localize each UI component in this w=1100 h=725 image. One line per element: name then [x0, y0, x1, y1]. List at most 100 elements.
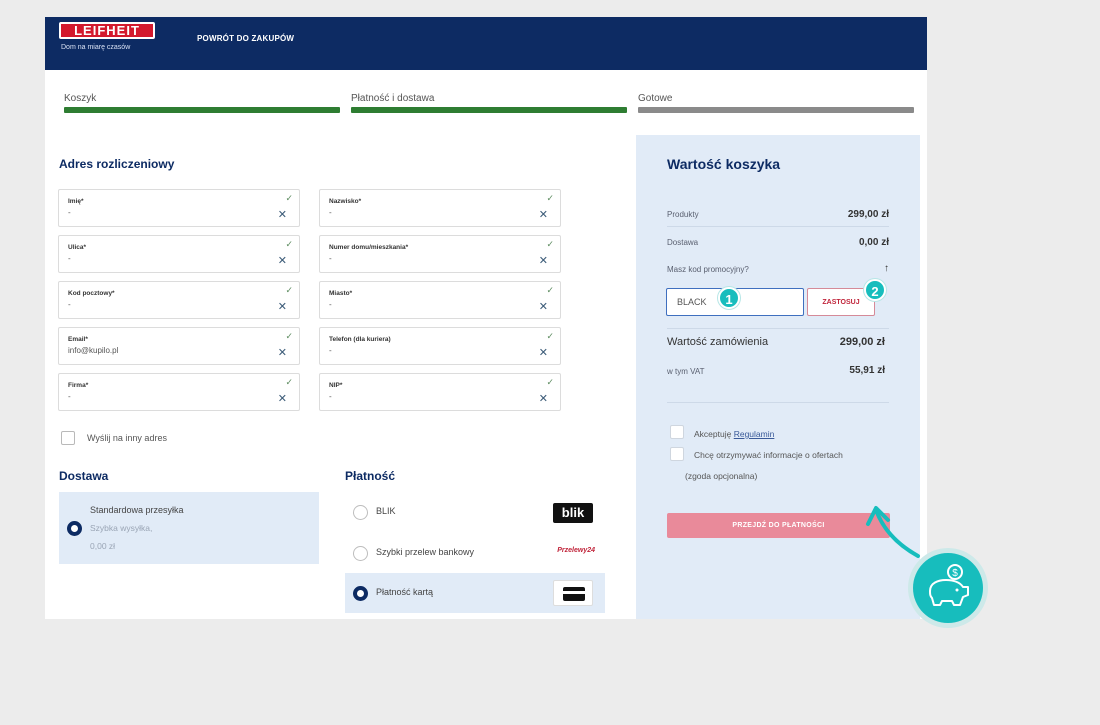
field-label: Numer domu/mieszkania* [329, 244, 409, 251]
field-value: - [329, 392, 332, 401]
clear-icon[interactable]: ✕ [539, 392, 548, 405]
newsletter-checkbox[interactable] [670, 447, 684, 461]
check-icon: ✓ [285, 239, 293, 249]
step-progress-bar [638, 107, 914, 113]
payment-option-name: BLIK [376, 506, 396, 516]
przelewy24-logo: Przelewy24 [557, 547, 595, 554]
delivery-option-title: Standardowa przesyłka [90, 505, 184, 515]
delivery-option-price: 0,00 zł [90, 541, 116, 551]
clear-icon[interactable]: ✕ [539, 208, 548, 221]
clear-icon[interactable]: ✕ [278, 300, 287, 313]
field-value: - [68, 254, 71, 263]
payment-option-blik[interactable]: BLIK blik [345, 492, 605, 532]
check-icon: ✓ [285, 377, 293, 387]
check-icon: ✓ [546, 377, 554, 387]
clear-icon[interactable]: ✕ [539, 300, 548, 313]
go-to-payment-button[interactable]: PRZEJDŹ DO PŁATNOŚCI [667, 513, 890, 538]
nip-field[interactable]: NIP* - ✓ ✕ [319, 373, 561, 411]
billing-title: Adres rozliczeniowy [59, 157, 175, 171]
field-value: - [68, 300, 71, 309]
phone-field[interactable]: Telefon (dla kuriera) - ✓ ✕ [319, 327, 561, 365]
city-field[interactable]: Miasto* - ✓ ✕ [319, 281, 561, 319]
step-payment-delivery[interactable]: Płatność i dostawa [351, 93, 627, 113]
arrow-up-icon[interactable]: ↑ [884, 263, 889, 274]
payment-option-bank-transfer[interactable]: Szybki przelew bankowy Przelewy24 [345, 533, 605, 573]
field-value: - [329, 346, 332, 355]
clear-icon[interactable]: ✕ [278, 392, 287, 405]
products-value: 299,00 zł [847, 209, 889, 220]
logo-wordmark: LEIFHEIT [59, 22, 155, 39]
piggy-bank-coin-icon: $ [913, 553, 983, 623]
newsletter-note: (zgoda opcjonalna) [685, 471, 758, 481]
field-value: info@kupilo.pl [68, 346, 119, 355]
divider [667, 402, 889, 403]
payment-title: Płatność [345, 469, 396, 483]
field-label: Email* [68, 336, 88, 343]
delivery-radio[interactable] [67, 521, 82, 536]
field-value: - [329, 300, 332, 309]
step-badge-1: 1 [718, 287, 740, 309]
postal-code-field[interactable]: Kod pocztowy* - ✓ ✕ [58, 281, 300, 319]
accept-terms-checkbox[interactable] [670, 425, 684, 439]
field-value: - [329, 254, 332, 263]
newsletter-label: Chcę otrzymywać informacje o ofertach [694, 450, 843, 460]
back-to-shop-link[interactable]: POWRÓT DO ZAKUPÓW [197, 34, 294, 43]
house-number-field[interactable]: Numer domu/mieszkania* - ✓ ✕ [319, 235, 561, 273]
payment-radio[interactable] [353, 505, 368, 520]
field-value: - [68, 208, 71, 217]
delivery-option-standard[interactable]: Standardowa przesyłka Szybka wysyłka, 0,… [59, 492, 319, 564]
field-label: Ulica* [68, 244, 87, 251]
check-icon: ✓ [546, 331, 554, 341]
order-value: 299,00 zł [839, 336, 885, 348]
vat-label: w tym VAT [667, 367, 705, 376]
clear-icon[interactable]: ✕ [278, 346, 287, 359]
step-label: Koszyk [64, 93, 97, 104]
payment-radio[interactable] [353, 546, 368, 561]
field-value: - [329, 208, 332, 217]
terms-link[interactable]: Regulamin [734, 429, 775, 439]
first-name-field[interactable]: Imię* - ✓ ✕ [58, 189, 300, 227]
divider [667, 328, 889, 329]
last-name-field[interactable]: Nazwisko* - ✓ ✕ [319, 189, 561, 227]
accept-terms-label: Akceptuję Regulamin [694, 429, 774, 439]
step-label: Gotowe [638, 93, 673, 104]
field-label: Miasto* [329, 290, 353, 297]
delivery-option-subtitle: Szybka wysyłka, [90, 523, 153, 533]
payment-radio[interactable] [353, 586, 368, 601]
field-label: Nazwisko* [329, 198, 362, 205]
step-progress-bar [64, 107, 340, 113]
checkout-page: LEIFHEIT Dom na miarę czasów POWRÓT DO Z… [45, 17, 927, 619]
products-label: Produkty [667, 210, 699, 219]
email-field[interactable]: Email* info@kupilo.pl ✓ ✕ [58, 327, 300, 365]
field-label: Firma* [68, 382, 89, 389]
svg-text:$: $ [952, 568, 958, 579]
promo-question[interactable]: Masz kod promocyjny? [667, 265, 749, 274]
company-field[interactable]: Firma* - ✓ ✕ [58, 373, 300, 411]
field-label: Imię* [68, 198, 84, 205]
check-icon: ✓ [285, 285, 293, 295]
step-cart[interactable]: Koszyk [64, 93, 340, 113]
clear-icon[interactable]: ✕ [278, 254, 287, 267]
street-field[interactable]: Ulica* - ✓ ✕ [58, 235, 300, 273]
check-icon: ✓ [285, 331, 293, 341]
payment-option-name: Płatność kartą [376, 587, 434, 597]
clear-icon[interactable]: ✕ [278, 208, 287, 221]
clear-icon[interactable]: ✕ [539, 254, 548, 267]
delivery-cost-value: 0,00 zł [858, 237, 889, 248]
accept-prefix: Akceptuję [694, 429, 732, 439]
field-value: - [68, 392, 71, 401]
delivery-cost-label: Dostawa [667, 238, 699, 247]
ship-other-label: Wyślij na inny adres [87, 433, 167, 443]
check-icon: ✓ [546, 193, 554, 203]
vat-value: 55,91 zł [849, 365, 885, 376]
clear-icon[interactable]: ✕ [539, 346, 548, 359]
cart-title: Wartość koszyka [667, 156, 781, 172]
credit-card-icon [553, 580, 593, 606]
blik-logo: blik [553, 503, 593, 523]
ship-other-checkbox[interactable] [61, 431, 75, 445]
payment-option-card[interactable]: Płatność kartą [345, 573, 605, 613]
delivery-title: Dostawa [59, 469, 109, 483]
leifheit-logo[interactable]: LEIFHEIT Dom na miarę czasów [59, 22, 155, 60]
step-label: Płatność i dostawa [351, 93, 435, 104]
payment-option-name: Szybki przelew bankowy [376, 547, 475, 557]
